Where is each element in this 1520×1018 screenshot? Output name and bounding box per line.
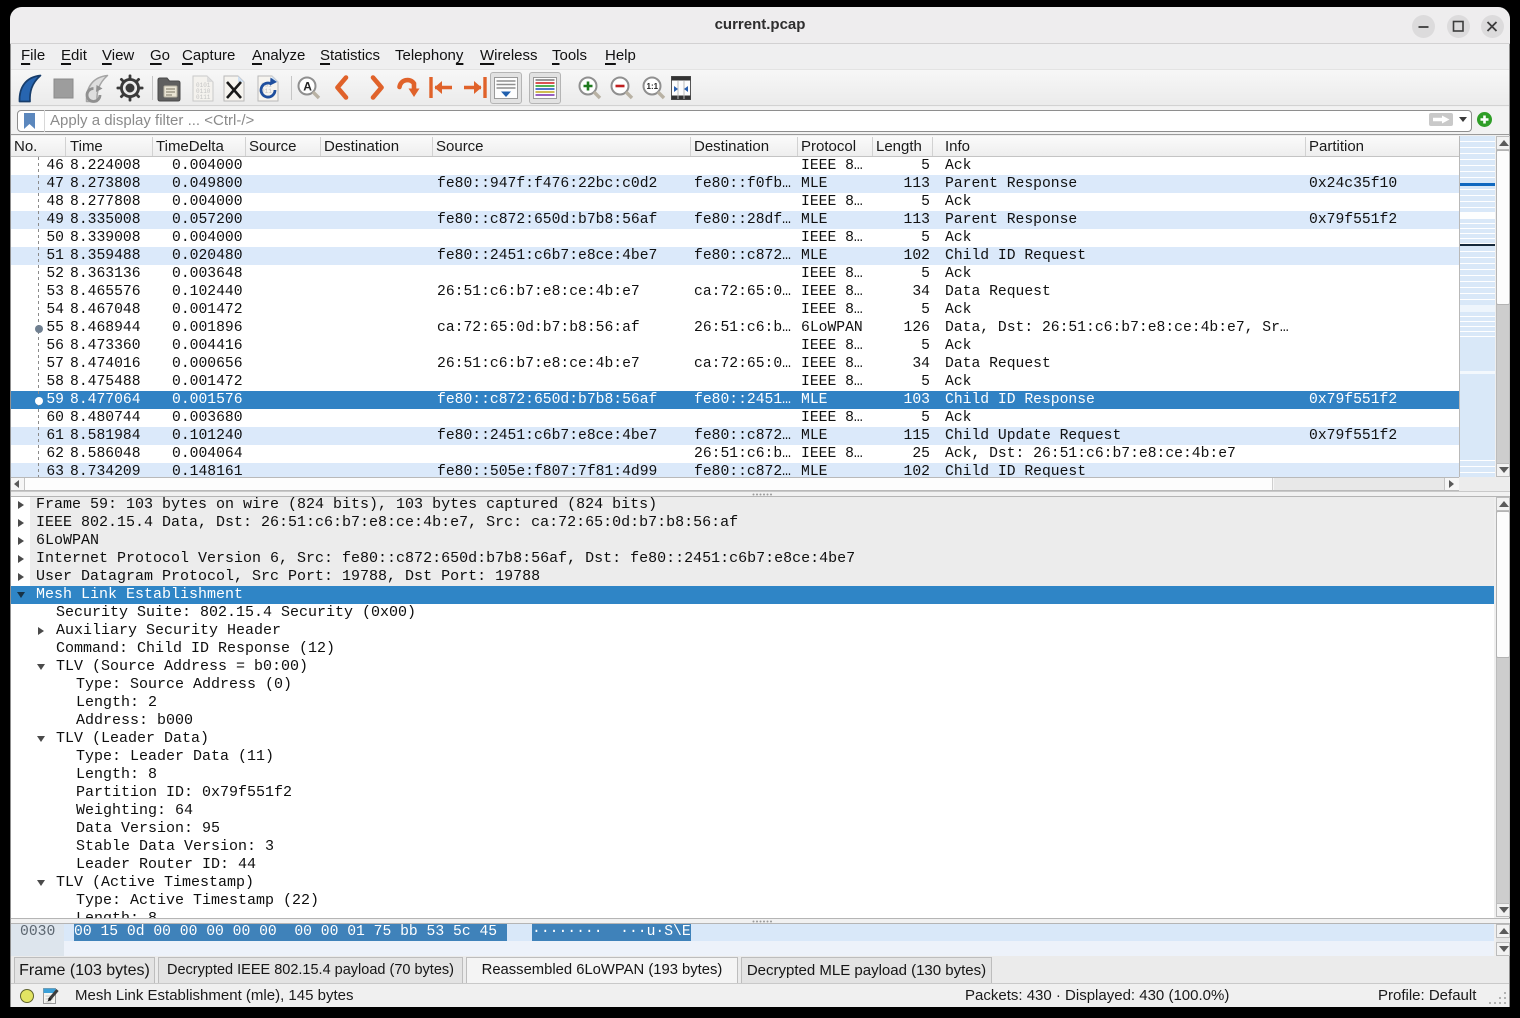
svg-text:A: A [303, 80, 312, 94]
svg-text:1:1: 1:1 [647, 82, 659, 91]
svg-text:0111: 0111 [196, 94, 211, 101]
